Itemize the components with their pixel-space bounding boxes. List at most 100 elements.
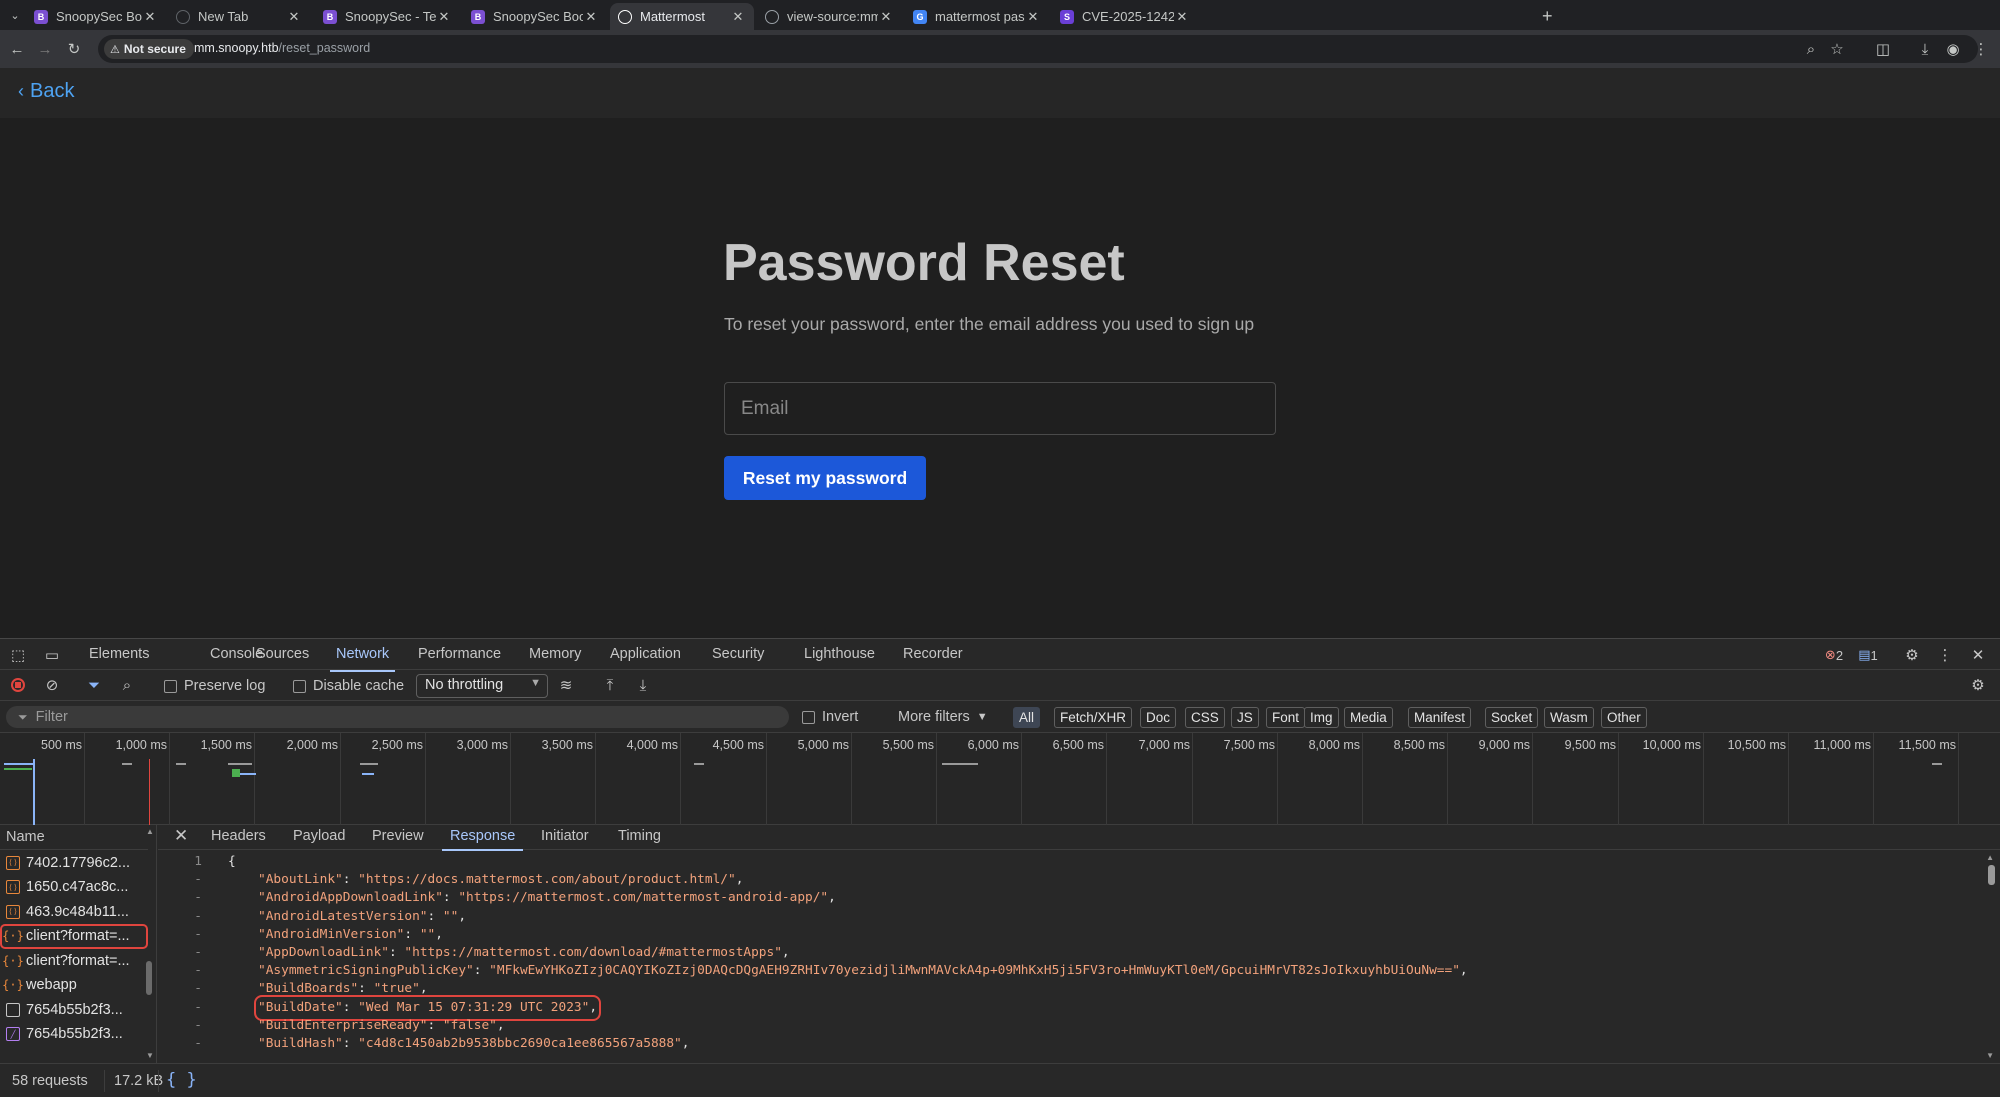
address-bar[interactable]: ⚠ Not secure mm.snoopy.htb/reset_passwor… <box>98 35 1978 63</box>
close-devtools-icon[interactable]: ✕ <box>1968 645 1988 665</box>
request-row[interactable]: ⟨⟩ 463.9c484b11... <box>0 899 148 924</box>
browser-tab[interactable]: B SnoopySec Bootstrap T✕ <box>463 3 607 30</box>
reload-icon[interactable]: ↻ <box>63 38 85 60</box>
zoom-icon[interactable]: ⌕ <box>1800 38 1822 60</box>
close-tab-icon[interactable]: ✕ <box>1025 9 1041 25</box>
close-tab-icon[interactable]: ✕ <box>286 9 302 25</box>
not-secure-chip[interactable]: ⚠ Not secure <box>104 39 194 59</box>
request-list-scrollbar[interactable] <box>146 961 152 995</box>
type-filter-doc[interactable]: Doc <box>1140 707 1177 728</box>
request-row[interactable]: {·} webapp <box>0 973 148 998</box>
devtools-tab-network[interactable]: Network <box>329 646 396 672</box>
close-tab-icon[interactable]: ✕ <box>583 9 599 25</box>
type-filter-css[interactable]: CSS <box>1185 707 1225 728</box>
download-icon[interactable]: ⤓ <box>1914 38 1936 60</box>
devtools-tab-security[interactable]: Security <box>712 646 764 662</box>
stop-recording-icon[interactable] <box>8 675 28 695</box>
devtools-settings-icon[interactable]: ⚙ <box>1902 645 1922 665</box>
scroll-up-icon[interactable]: ▲ <box>146 827 154 836</box>
detail-tab-payload[interactable]: Payload <box>293 828 345 844</box>
browser-tab[interactable]: B SnoopySec Bootstrap T✕ <box>26 3 166 30</box>
browser-tab[interactable]: Mattermost ✕ <box>610 3 754 30</box>
search-icon[interactable]: ⌕ <box>117 675 137 695</box>
browser-tab[interactable]: New Tab ✕ <box>168 3 310 30</box>
type-filter-font[interactable]: Font <box>1266 707 1306 728</box>
scroll-up-icon[interactable]: ▲ <box>1986 853 1994 862</box>
preserve-log-checkbox[interactable]: Preserve log <box>164 678 265 694</box>
clear-icon[interactable]: ⊘ <box>42 675 62 695</box>
browser-tab[interactable]: Gmattermost password re✕ <box>905 3 1049 30</box>
request-row[interactable]: {·} client?format=... <box>0 923 148 949</box>
url-text[interactable]: mm.snoopy.htb/reset_password <box>194 41 370 55</box>
type-filter-all[interactable]: All <box>1013 707 1041 728</box>
pretty-print-button[interactable]: { } <box>166 1070 197 1090</box>
filter-input[interactable]: ⏷ Filter <box>6 706 789 728</box>
name-column-header[interactable]: Name <box>0 825 148 850</box>
devtools-tab-elements[interactable]: Elements <box>89 646 149 662</box>
devtools-menu-icon[interactable]: ⋮ <box>1935 645 1955 665</box>
device-toolbar-icon[interactable]: ▭ <box>42 645 62 665</box>
tab-search-chevron-icon[interactable]: ⌄ <box>4 4 26 26</box>
errors-badge[interactable]: ⊗ 2 <box>1822 645 1846 665</box>
close-tab-icon[interactable]: ✕ <box>142 9 158 25</box>
close-tab-icon[interactable]: ✕ <box>436 9 452 25</box>
devtools-tab-application[interactable]: Application <box>610 646 681 662</box>
detail-tab-response[interactable]: Response <box>441 828 524 851</box>
devtools-tab-lighthouse[interactable]: Lighthouse <box>804 646 875 662</box>
type-filter-img[interactable]: Img <box>1304 707 1339 728</box>
request-row[interactable]: ⟨⟩ 1650.c47ac8c... <box>0 875 148 900</box>
browser-tab[interactable]: S CVE-2025-12421: Matte✕ <box>1052 3 1198 30</box>
request-row[interactable]: {·} client?format=... <box>0 948 148 973</box>
close-tab-icon[interactable]: ✕ <box>1174 9 1190 25</box>
forward-arrow-icon[interactable]: → <box>34 38 56 60</box>
request-name: 7654b55b2f3... <box>26 1001 123 1018</box>
devtools-tab-performance[interactable]: Performance <box>418 646 501 662</box>
detail-tab-preview[interactable]: Preview <box>372 828 424 844</box>
network-settings-icon[interactable]: ⚙ <box>1968 675 1988 695</box>
back-arrow-icon[interactable]: ← <box>6 38 28 60</box>
close-tab-icon[interactable]: ✕ <box>730 9 746 25</box>
detail-tab-headers[interactable]: Headers <box>211 828 266 844</box>
inspect-element-icon[interactable]: ⬚ <box>8 645 28 665</box>
type-filter-fetchxhr[interactable]: Fetch/XHR <box>1054 707 1133 728</box>
close-detail-icon[interactable]: ✕ <box>174 826 188 846</box>
network-conditions-icon[interactable]: ≋ <box>556 675 576 695</box>
back-link[interactable]: ‹ Back <box>18 80 74 103</box>
type-filter-other[interactable]: Other <box>1601 707 1647 728</box>
type-filter-media[interactable]: Media <box>1344 707 1393 728</box>
browser-menu-icon[interactable]: ⋮ <box>1970 38 1992 60</box>
detail-tab-timing[interactable]: Timing <box>618 828 661 844</box>
invert-checkbox[interactable]: Invert <box>802 709 858 725</box>
throttling-select[interactable]: No throttling ▼ <box>416 674 548 698</box>
filter-funnel-icon[interactable]: ⏷ <box>84 675 104 695</box>
profile-icon[interactable]: ◉ <box>1942 38 1964 60</box>
devtools-tab-recorder[interactable]: Recorder <box>903 646 963 662</box>
type-filter-manifest[interactable]: Manifest <box>1408 707 1472 728</box>
more-filters-dropdown[interactable]: More filters ▼ <box>898 709 988 725</box>
response-scrollbar[interactable] <box>1988 865 1995 885</box>
scroll-down-icon[interactable]: ▼ <box>1986 1051 1994 1060</box>
type-filter-wasm[interactable]: Wasm <box>1544 707 1594 728</box>
bookmark-star-icon[interactable]: ☆ <box>1826 38 1848 60</box>
type-filter-socket[interactable]: Socket <box>1485 707 1539 728</box>
import-har-icon[interactable]: ⤒ <box>600 675 620 695</box>
disable-cache-checkbox[interactable]: Disable cache <box>293 678 404 694</box>
detail-tab-initiator[interactable]: Initiator <box>541 828 589 844</box>
request-row[interactable]: ╱ 7654b55b2f3... <box>0 1022 148 1047</box>
extensions-icon[interactable]: ◫ <box>1872 38 1894 60</box>
close-tab-icon[interactable]: ✕ <box>878 9 894 25</box>
devtools-tab-memory[interactable]: Memory <box>529 646 581 662</box>
browser-tab[interactable]: B SnoopySec - Team✕ <box>315 3 460 30</box>
export-har-icon[interactable]: ⤓ <box>633 675 653 695</box>
timeline-gridline <box>1958 733 1959 825</box>
request-row[interactable]: 7654b55b2f3... <box>0 997 148 1022</box>
reset-password-button[interactable]: Reset my password <box>724 456 926 500</box>
type-filter-js[interactable]: JS <box>1231 707 1259 728</box>
email-field[interactable] <box>724 382 1276 435</box>
browser-tab[interactable]: view-source:mm.snoop✕ <box>757 3 902 30</box>
request-row[interactable]: ⟨⟩ 7402.17796c2... <box>0 850 148 875</box>
messages-badge[interactable]: ▤ 1 <box>1856 645 1880 665</box>
devtools-tab-sources[interactable]: Sources <box>256 646 309 662</box>
new-tab-button[interactable]: + <box>1534 3 1554 30</box>
scroll-down-icon[interactable]: ▼ <box>146 1051 154 1060</box>
